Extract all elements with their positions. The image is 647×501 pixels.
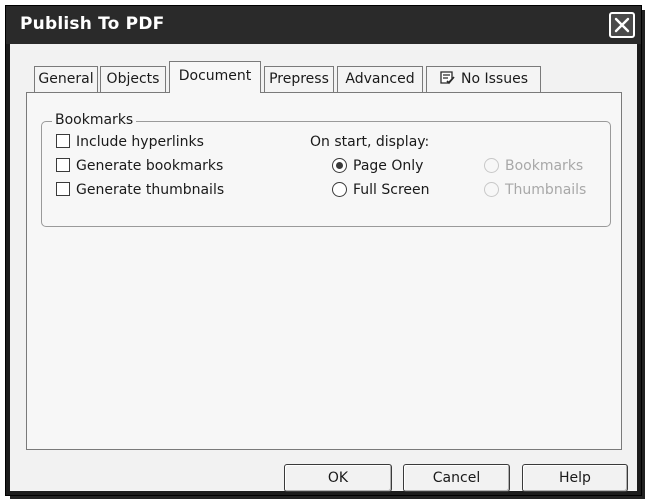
- tab-document[interactable]: Document: [169, 61, 261, 93]
- full-screen-radio[interactable]: Full Screen: [332, 180, 430, 200]
- document-tab-panel: Bookmarks Include hyperlinks Generate bo…: [26, 92, 622, 450]
- publish-to-pdf-dialog: Publish To PDF General Objects Document …: [6, 6, 641, 495]
- help-button[interactable]: Help: [522, 464, 628, 492]
- ok-button[interactable]: OK: [284, 464, 392, 492]
- close-button[interactable]: [609, 12, 635, 38]
- radio-label: Thumbnails: [505, 182, 587, 198]
- tab-label: Advanced: [345, 71, 415, 87]
- issues-icon: [440, 71, 455, 85]
- radio-label: Full Screen: [353, 182, 430, 198]
- radio-label: Bookmarks: [505, 158, 584, 174]
- dialog-body: General Objects Document Prepress Advanc…: [10, 44, 637, 492]
- tab-label: Document: [178, 68, 252, 84]
- checkbox-box[interactable]: [56, 158, 70, 172]
- cancel-button[interactable]: Cancel: [403, 464, 510, 492]
- title-bar[interactable]: Publish To PDF: [6, 6, 641, 44]
- on-start-display-label: On start, display:: [310, 134, 430, 150]
- tab-prepress[interactable]: Prepress: [264, 66, 334, 92]
- radio-button: [484, 182, 499, 197]
- checkbox-box[interactable]: [56, 134, 70, 148]
- tab-label: Prepress: [269, 71, 329, 87]
- include-hyperlinks-checkbox[interactable]: Include hyperlinks: [56, 132, 204, 152]
- checkbox-label: Include hyperlinks: [76, 134, 204, 150]
- bookmarks-group: Bookmarks Include hyperlinks Generate bo…: [41, 112, 611, 227]
- checkbox-label: Generate thumbnails: [76, 182, 225, 198]
- tab-objects[interactable]: Objects: [100, 66, 166, 92]
- tab-label: No Issues: [461, 71, 528, 87]
- radio-button[interactable]: [332, 158, 347, 173]
- checkbox-box[interactable]: [56, 182, 70, 196]
- tab-label: Objects: [106, 71, 160, 87]
- generate-bookmarks-checkbox[interactable]: Generate bookmarks: [56, 156, 223, 176]
- tab-advanced[interactable]: Advanced: [337, 66, 423, 92]
- radio-label: Page Only: [353, 158, 424, 174]
- radio-button[interactable]: [332, 182, 347, 197]
- checkbox-label: Generate bookmarks: [76, 158, 224, 174]
- tab-general[interactable]: General: [34, 66, 98, 92]
- dialog-title: Publish To PDF: [20, 14, 165, 34]
- bookmarks-radio: Bookmarks: [484, 156, 583, 176]
- page-only-radio[interactable]: Page Only: [332, 156, 423, 176]
- bookmarks-group-label: Bookmarks: [52, 112, 137, 128]
- generate-thumbnails-checkbox[interactable]: Generate thumbnails: [56, 180, 224, 200]
- thumbnails-radio: Thumbnails: [484, 180, 586, 200]
- close-icon: [614, 17, 630, 33]
- tab-label: General: [38, 71, 94, 87]
- radio-button: [484, 158, 499, 173]
- tab-no-issues[interactable]: No Issues: [426, 66, 541, 92]
